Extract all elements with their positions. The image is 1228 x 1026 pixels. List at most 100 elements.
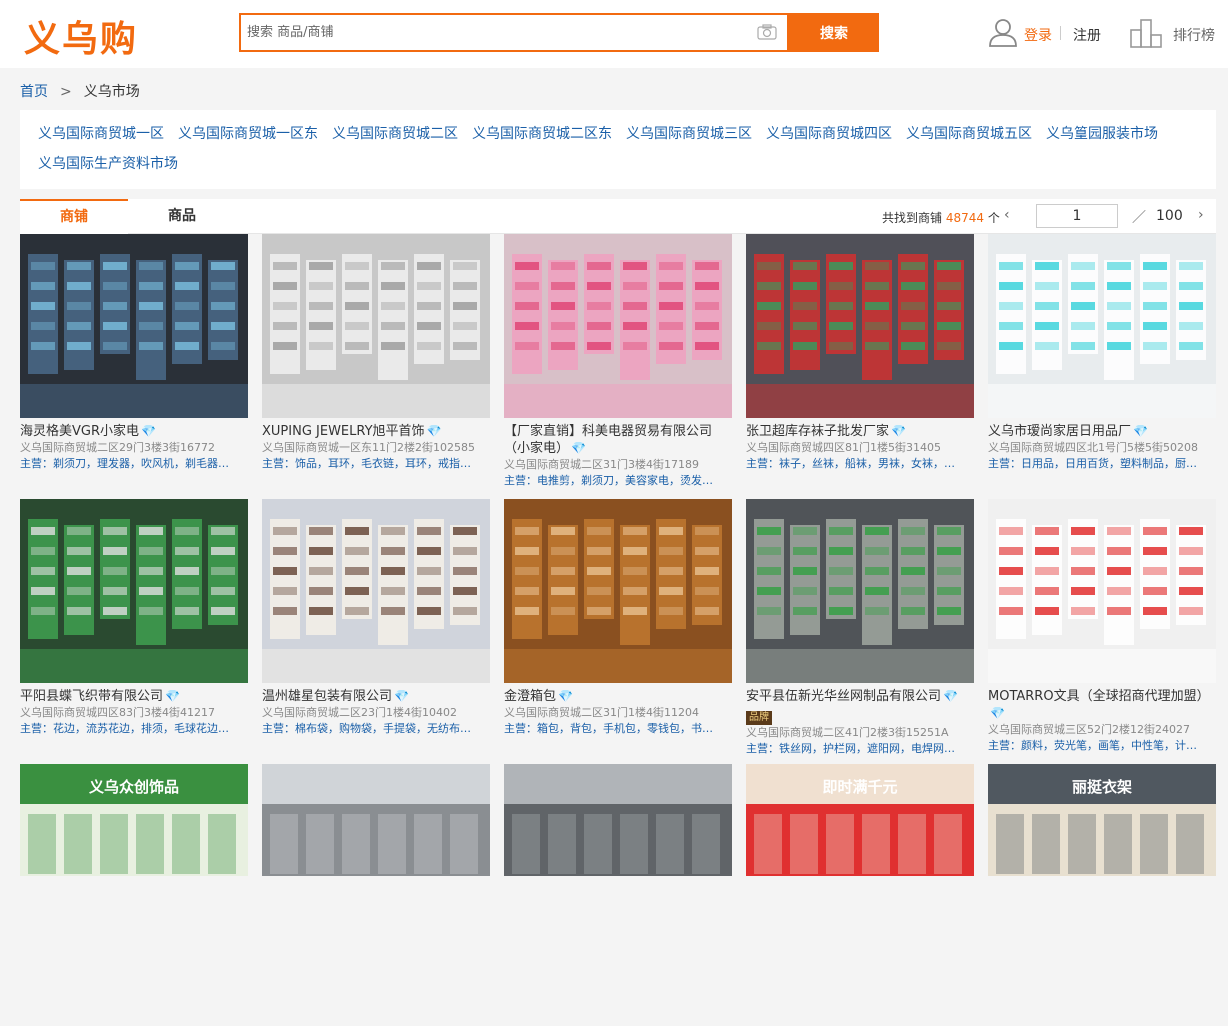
shop-main-products[interactable]: 主营：饰品，耳环，毛衣链，耳环，戒指…	[262, 456, 490, 472]
shop-name-text: 海灵格美VGR小家电	[20, 424, 139, 439]
ranking-icon[interactable]	[1130, 18, 1164, 48]
shop-photo	[20, 234, 248, 418]
next-page-button[interactable]: ›	[1198, 207, 1204, 223]
shop-card[interactable]: MOTARRO文具（全球招商代理加盟） 💎 义乌国际商贸城三区52门2楼12街240…	[988, 499, 1216, 761]
shop-main-products[interactable]: 主营：日用品，日用百货，塑料制品，厨…	[988, 456, 1216, 472]
diamond-icon: 💎	[141, 424, 156, 438]
page-input[interactable]	[1036, 204, 1118, 228]
shop-card[interactable]: 温州雄星包装有限公司 💎 义乌国际商贸城二区23门1楼4街10402 主营：棉布袋，购…	[262, 499, 490, 761]
brand-badge: 品牌	[746, 711, 772, 725]
shop-name-text: MOTARRO文具（全球招商代理加盟）	[988, 689, 1210, 704]
shop-image[interactable]	[988, 234, 1216, 418]
market-link[interactable]: 义乌篁园服装市场	[1046, 122, 1158, 152]
market-link[interactable]: 义乌国际商贸城二区东	[472, 122, 612, 152]
results-prefix: 共找到商铺	[882, 211, 943, 225]
diamond-icon: 💎	[990, 706, 1005, 720]
market-link[interactable]: 义乌国际生产资料市场	[38, 152, 178, 182]
shop-card[interactable]	[262, 764, 490, 1026]
shop-name-text: 平阳县蝶飞织带有限公司	[20, 689, 164, 704]
shop-image[interactable]	[20, 234, 248, 418]
shop-main-products[interactable]: 主营：铁丝网，护栏网，遮阳网，电焊网…	[746, 741, 974, 757]
shop-main-products[interactable]: 主营：棉布袋，购物袋，手提袋，无纺布…	[262, 721, 490, 737]
shop-banner-text: 义乌众创饰品	[88, 778, 179, 796]
shop-photo	[746, 234, 974, 418]
market-link[interactable]: 义乌国际商贸城四区	[766, 122, 892, 152]
shop-address: 义乌国际商贸城四区81门1楼5街31405	[746, 441, 941, 454]
shop-main-products[interactable]: 主营：花边，流苏花边，排须，毛球花边…	[20, 721, 248, 737]
shop-image[interactable]	[504, 764, 732, 876]
shop-name-text: 张卫超库存袜子批发厂家	[746, 424, 890, 439]
shop-main-products[interactable]: 主营：颜料，荧光笔，画笔，中性笔，计…	[988, 738, 1216, 754]
shop-image[interactable]	[746, 234, 974, 418]
shop-name[interactable]: 海灵格美VGR小家电 💎	[20, 423, 248, 440]
shop-name[interactable]: 金澄箱包 💎	[504, 688, 732, 705]
shop-photo	[504, 499, 732, 683]
shop-card[interactable]: 义乌众创饰品	[20, 764, 248, 1026]
breadcrumb-home[interactable]: 首页	[20, 84, 48, 100]
market-link[interactable]: 义乌国际商贸城二区	[332, 122, 458, 152]
login-link[interactable]: 登录	[1024, 25, 1052, 45]
shop-image[interactable]	[20, 499, 248, 683]
site-logo[interactable]: 义乌购	[24, 10, 138, 62]
shop-name[interactable]: 安平县伍新光华丝网制品有限公司 💎	[746, 688, 974, 705]
shop-name[interactable]: 温州雄星包装有限公司 💎	[262, 688, 490, 705]
shop-name[interactable]: XUPING JEWELRY旭平首饰 💎	[262, 423, 490, 440]
diamond-icon: 💎	[394, 689, 409, 703]
shop-name[interactable]: 平阳县蝶飞织带有限公司 💎	[20, 688, 248, 705]
shop-name-text: XUPING JEWELRY旭平首饰	[262, 424, 425, 439]
shop-name-text: 义乌市瑷尚家居日用品厂	[988, 424, 1132, 439]
shop-card[interactable]: 丽挺衣架	[988, 764, 1216, 1026]
shop-address: 义乌国际商贸城二区23门1楼4街10402	[262, 706, 457, 719]
shop-card[interactable]: 平阳县蝶飞织带有限公司 💎 义乌国际商贸城四区83门3楼4街41217 主营：花边，流…	[20, 499, 248, 761]
camera-icon[interactable]	[757, 24, 777, 40]
shop-card[interactable]: 安平县伍新光华丝网制品有限公司 💎 品牌 义乌国际商贸城二区41门2楼3街15251A…	[746, 499, 974, 761]
shop-card[interactable]: 义乌市瑷尚家居日用品厂 💎 义乌国际商贸城四区北1号门5楼5街50208 主营：日用品…	[988, 234, 1216, 496]
shop-name[interactable]: 义乌市瑷尚家居日用品厂 💎	[988, 423, 1216, 440]
shop-photo	[262, 764, 490, 876]
prev-page-button[interactable]: ‹	[1004, 207, 1010, 223]
shop-address: 义乌国际商贸城二区29门3楼3街16772	[20, 441, 215, 454]
shop-card[interactable]: 金澄箱包 💎 义乌国际商贸城二区31门1楼4街11204 主营：箱包，背包，手机包，零…	[504, 499, 732, 761]
shop-photo	[20, 499, 248, 683]
search-button[interactable]: 搜索	[789, 13, 879, 52]
shop-name-text: 安平县伍新光华丝网制品有限公司	[746, 689, 942, 704]
shop-image[interactable]	[504, 499, 732, 683]
market-link[interactable]: 义乌国际商贸城三区	[626, 122, 752, 152]
register-link[interactable]: 注册	[1073, 25, 1101, 45]
user-icon[interactable]	[988, 17, 1018, 47]
shop-image[interactable]	[262, 234, 490, 418]
diamond-icon: 💎	[1133, 424, 1148, 438]
breadcrumb-current: 义乌市场	[83, 84, 140, 100]
shop-card[interactable]: 即时满千元	[746, 764, 974, 1026]
pager-separator: ／	[1132, 210, 1146, 226]
shop-main-products[interactable]: 主营：剃须刀，理发器，吹风机，剃毛器…	[20, 456, 248, 472]
market-link[interactable]: 义乌国际商贸城五区	[906, 122, 1032, 152]
shop-main-products[interactable]: 主营：袜子，丝袜，船袜，男袜，女袜，…	[746, 456, 974, 472]
shop-photo	[262, 499, 490, 683]
shop-image[interactable]	[504, 234, 732, 418]
shop-card[interactable]: 【厂家直销】科美电器贸易有限公司（小家电） 💎 义乌国际商贸城二区31门3楼4街17…	[504, 234, 732, 496]
results-number: 48744	[945, 211, 985, 225]
shop-main-products[interactable]: 主营：电推剪，剃须刀，美容家电，烫发…	[504, 473, 732, 489]
shop-image[interactable]	[988, 499, 1216, 683]
market-link[interactable]: 义乌国际商贸城一区	[38, 122, 164, 152]
shop-name[interactable]: 【厂家直销】科美电器贸易有限公司（小家电） 💎	[504, 423, 732, 457]
shop-card[interactable]: 海灵格美VGR小家电 💎 义乌国际商贸城二区29门3楼3街16772 主营：剃须刀，理…	[20, 234, 248, 496]
shop-name[interactable]: MOTARRO文具（全球招商代理加盟） 💎	[988, 688, 1216, 722]
shop-name-text: 【厂家直销】科美电器贸易有限公司（小家电）	[504, 424, 713, 456]
shop-image[interactable]	[746, 499, 974, 683]
shop-main-products[interactable]: 主营：箱包，背包，手机包，零钱包，书…	[504, 721, 732, 737]
tab-products[interactable]: 商品	[128, 199, 236, 234]
shop-image[interactable]	[262, 499, 490, 683]
search-input[interactable]	[241, 15, 721, 50]
shop-card[interactable]: XUPING JEWELRY旭平首饰 💎 义乌国际商贸城一区东11门2楼2街1025…	[262, 234, 490, 496]
tab-shops[interactable]: 商铺	[20, 199, 128, 234]
shop-address: 义乌国际商贸城四区83门3楼4街41217	[20, 706, 215, 719]
market-link[interactable]: 义乌国际商贸城一区东	[178, 122, 318, 152]
ranking-link[interactable]: 排行榜	[1173, 25, 1215, 45]
shop-card[interactable]	[504, 764, 732, 1026]
shop-image[interactable]	[262, 764, 490, 876]
divider	[1060, 26, 1061, 40]
shop-name[interactable]: 张卫超库存袜子批发厂家 💎	[746, 423, 974, 440]
shop-card[interactable]: 张卫超库存袜子批发厂家 💎 义乌国际商贸城四区81门1楼5街31405 主营：袜子，丝…	[746, 234, 974, 496]
